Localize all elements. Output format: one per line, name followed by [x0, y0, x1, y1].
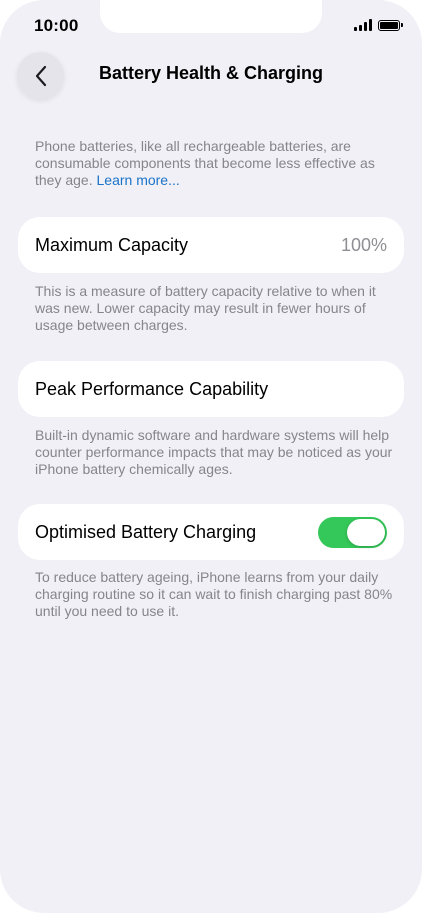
intro-description: Phone batteries, like all rechargeable b… [35, 138, 395, 189]
cellular-signal-icon [354, 19, 372, 31]
phone-screen: 10:00 Battery Health & Charging Phone ba… [0, 0, 422, 913]
maximum-capacity-label: Maximum Capacity [35, 234, 189, 255]
maximum-capacity-value: 100% [340, 234, 387, 255]
peak-performance-label: Peak Performance Capability [35, 378, 269, 399]
optimised-charging-label: Optimised Battery Charging [35, 521, 257, 542]
toggle-knob [347, 518, 385, 546]
battery-full-icon [378, 19, 403, 31]
peak-performance-row: Peak Performance Capability [18, 361, 404, 417]
optimised-charging-toggle[interactable] [318, 516, 387, 548]
maximum-capacity-description: This is a measure of battery capacity re… [35, 283, 376, 333]
page-title: Battery Health & Charging [98, 63, 324, 83]
notch [100, 0, 322, 33]
status-time: 10:00 [34, 16, 79, 35]
intro-text: Phone batteries, like all rechargeable b… [35, 138, 375, 188]
optimised-charging-row: Optimised Battery Charging [18, 504, 404, 560]
peak-performance-description: Built-in dynamic software and hardware s… [35, 427, 393, 477]
maximum-capacity-row: Maximum Capacity 100% [18, 217, 404, 273]
learn-more-link[interactable]: Learn more... [97, 172, 180, 188]
optimised-charging-description: To reduce battery ageing, iPhone learns … [35, 569, 393, 619]
status-icons [354, 19, 403, 31]
